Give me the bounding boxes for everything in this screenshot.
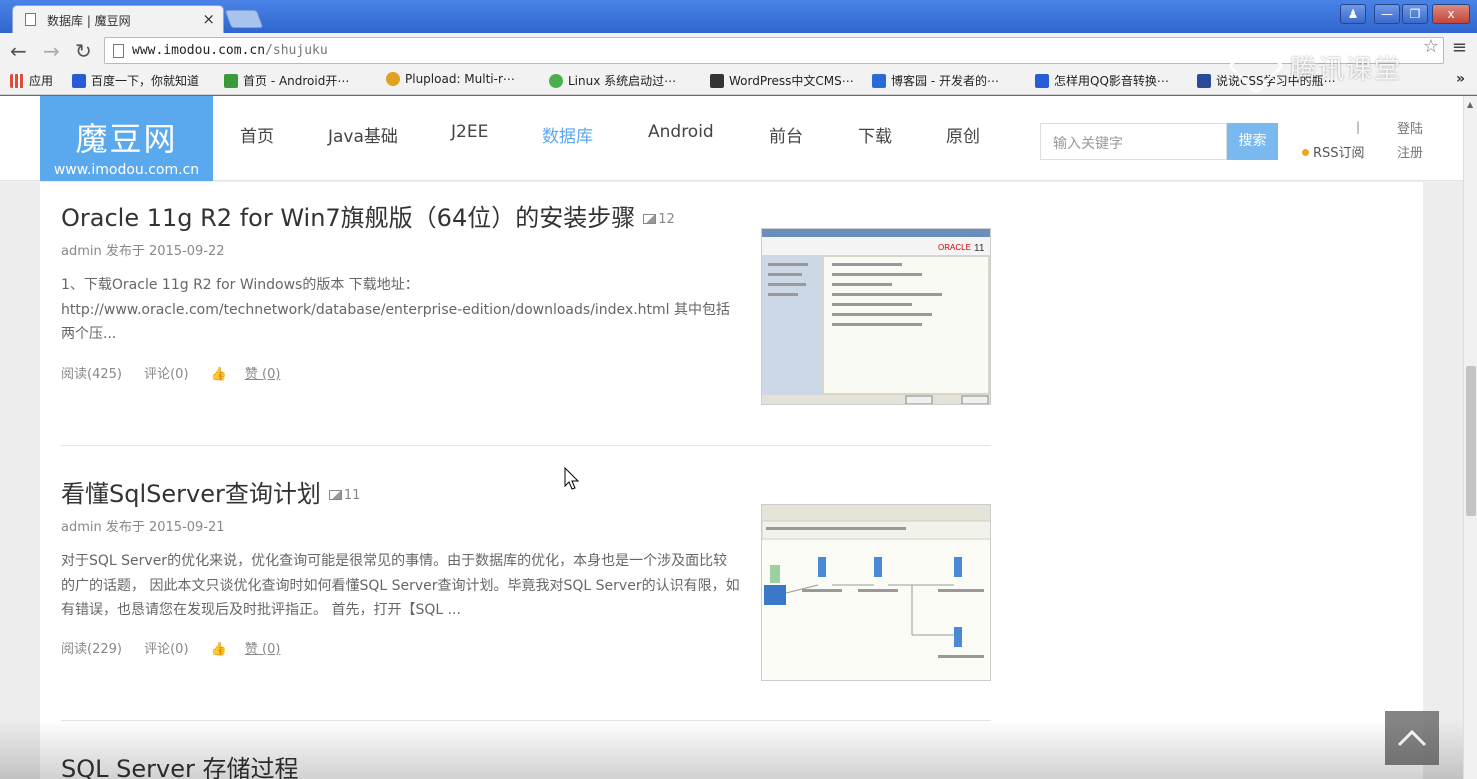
android-icon xyxy=(224,74,238,88)
article-title[interactable]: Oracle 11g R2 for Win7旗舰版（64位）的安装步骤 12 xyxy=(61,198,675,233)
mouse-cursor-icon xyxy=(564,467,580,490)
article-thumbnail[interactable] xyxy=(761,504,991,681)
url-text: www.imodou.com.cn/shujuku xyxy=(132,43,328,58)
nav-database[interactable]: 数据库 xyxy=(542,122,593,147)
article-summary: 对于SQL Server的优化来说，优化查询可能是很常见的事情。由于数据库的优化… xyxy=(61,553,740,618)
scroll-up-icon[interactable]: ▲ xyxy=(1467,100,1473,109)
image-count: 11 xyxy=(328,488,360,503)
site-header: 魔豆网 www.imodou.com.cn 首页 Java基础 J2EE 数据库… xyxy=(0,96,1463,181)
paw-icon xyxy=(1035,74,1049,88)
plupload-icon xyxy=(386,72,400,86)
like-thumb-icon[interactable]: 👍 xyxy=(211,642,227,657)
list-item: Oracle 11g R2 for Win7旗舰版（64位）的安装步骤 12 ad… xyxy=(61,198,991,418)
scrollbar-thumb[interactable] xyxy=(1466,366,1476,516)
bookmarks-more-icon[interactable]: » xyxy=(1456,71,1465,87)
read-count: 阅读(229) xyxy=(61,642,122,657)
like-thumb-icon[interactable]: 👍 xyxy=(211,367,227,382)
maximize-button[interactable]: ❐ xyxy=(1402,4,1428,24)
back-icon[interactable]: ← xyxy=(10,39,27,63)
reload-icon[interactable]: ↻ xyxy=(75,39,92,63)
scrollbar[interactable]: ▲ xyxy=(1463,96,1477,779)
nav-android[interactable]: Android xyxy=(648,122,714,142)
nav-home[interactable]: 首页 xyxy=(240,122,274,147)
paw-icon xyxy=(72,74,86,88)
like-link[interactable]: 赞 (0) xyxy=(245,642,281,657)
bookmark-item[interactable]: WordPress中文CMS⋯ xyxy=(710,72,854,89)
article-meta: admin 发布于 2015-09-22 xyxy=(61,244,225,259)
minimize-button[interactable]: — xyxy=(1374,4,1400,24)
bookmark-item[interactable]: Plupload: Multi-r⋯ xyxy=(386,72,515,86)
bookmark-item[interactable]: 百度一下，你就知道 xyxy=(72,72,199,89)
article-stats: 阅读(229) 评论(0) 👍 赞 (0) xyxy=(61,638,298,657)
tab-strip: 数据库 | 魔豆网 × ♟ — ❐ x xyxy=(0,0,1477,33)
browser-window: 数据库 | 魔豆网 × ♟ — ❐ x ← → ↻ www.imodou.com… xyxy=(0,0,1477,779)
register-link[interactable]: 注册 xyxy=(1397,142,1423,161)
close-window-button[interactable]: x xyxy=(1432,4,1470,24)
svg-text:11: 11 xyxy=(974,243,985,254)
article-title[interactable]: SQL Server 存储过程 xyxy=(61,749,298,779)
page-icon xyxy=(25,13,36,26)
bookmark-page-icon xyxy=(1197,74,1211,88)
bookmark-item[interactable]: Linux 系统启动过⋯ xyxy=(549,72,676,89)
logo-text: 魔豆网 xyxy=(75,120,178,158)
bookmark-item[interactable]: 博客园 - 开发者的⋯ xyxy=(872,72,999,89)
browser-tab[interactable]: 数据库 | 魔豆网 × xyxy=(12,5,224,33)
image-icon xyxy=(643,214,657,224)
page-icon xyxy=(113,44,124,58)
globe-icon xyxy=(549,74,563,88)
article-meta: admin 发布于 2015-09-21 xyxy=(61,520,225,535)
separator: | xyxy=(1356,120,1361,134)
comment-count[interactable]: 评论(0) xyxy=(144,642,188,657)
back-to-top-button[interactable] xyxy=(1385,711,1439,765)
nav-java[interactable]: Java基础 xyxy=(328,122,398,147)
nav-j2ee[interactable]: J2EE xyxy=(451,122,488,142)
user-icon[interactable]: ♟ xyxy=(1340,4,1366,24)
page-viewport: 魔豆网 www.imodou.com.cn 首页 Java基础 J2EE 数据库… xyxy=(0,96,1463,779)
article-summary: 1、下载Oracle 11g R2 for Windows的版本 下载地址：ht… xyxy=(61,277,730,342)
close-tab-icon[interactable]: × xyxy=(202,10,215,28)
image-count: 12 xyxy=(643,212,675,227)
nav-original[interactable]: 原创 xyxy=(946,122,980,147)
rss-dot-icon xyxy=(1302,149,1309,156)
like-link[interactable]: 赞 (0) xyxy=(245,367,281,382)
cnblogs-icon xyxy=(872,74,886,88)
site-logo[interactable]: 魔豆网 www.imodou.com.cn xyxy=(40,96,213,181)
article-list: Oracle 11g R2 for Win7旗舰版（64位）的安装步骤 12 ad… xyxy=(40,182,1423,779)
article-title[interactable]: 看懂SqlServer查询计划 11 xyxy=(61,474,360,509)
nav-download[interactable]: 下载 xyxy=(858,122,892,147)
list-item: 看懂SqlServer查询计划 11 admin 发布于 2015-09-21 对… xyxy=(61,474,991,694)
bookmark-item[interactable]: 怎样用QQ影音转换⋯ xyxy=(1035,72,1169,89)
new-tab-button[interactable] xyxy=(224,10,264,28)
bookmark-apps[interactable]: 应用 xyxy=(10,72,53,89)
apps-icon xyxy=(10,74,24,88)
search-button[interactable]: 搜索 xyxy=(1227,123,1278,160)
article-thumbnail[interactable]: ORACLE 11 xyxy=(761,228,991,405)
tencent-classroom-watermark: 腾讯课堂 xyxy=(1227,37,1456,96)
tab-title: 数据库 | 魔豆网 xyxy=(47,14,131,28)
forward-icon[interactable]: → xyxy=(43,39,60,63)
play-logo-icon xyxy=(1227,37,1285,95)
nav-frontend[interactable]: 前台 xyxy=(769,122,803,147)
read-count: 阅读(425) xyxy=(61,367,122,382)
article-stats: 阅读(425) 评论(0) 👍 赞 (0) xyxy=(61,363,298,382)
divider xyxy=(61,445,991,446)
wordpress-icon xyxy=(710,74,724,88)
login-link[interactable]: 登陆 xyxy=(1397,118,1423,137)
image-icon xyxy=(328,490,342,500)
divider xyxy=(61,720,991,721)
svg-text:ORACLE: ORACLE xyxy=(938,243,971,252)
bookmark-item[interactable]: 首页 - Android开⋯ xyxy=(224,72,349,89)
logo-domain: www.imodou.com.cn xyxy=(53,162,200,178)
rss-link[interactable]: RSS订阅 xyxy=(1302,142,1365,161)
search-input[interactable]: 输入关键字 xyxy=(1040,123,1227,160)
list-item: SQL Server 存储过程 xyxy=(61,749,991,779)
comment-count[interactable]: 评论(0) xyxy=(144,367,188,382)
